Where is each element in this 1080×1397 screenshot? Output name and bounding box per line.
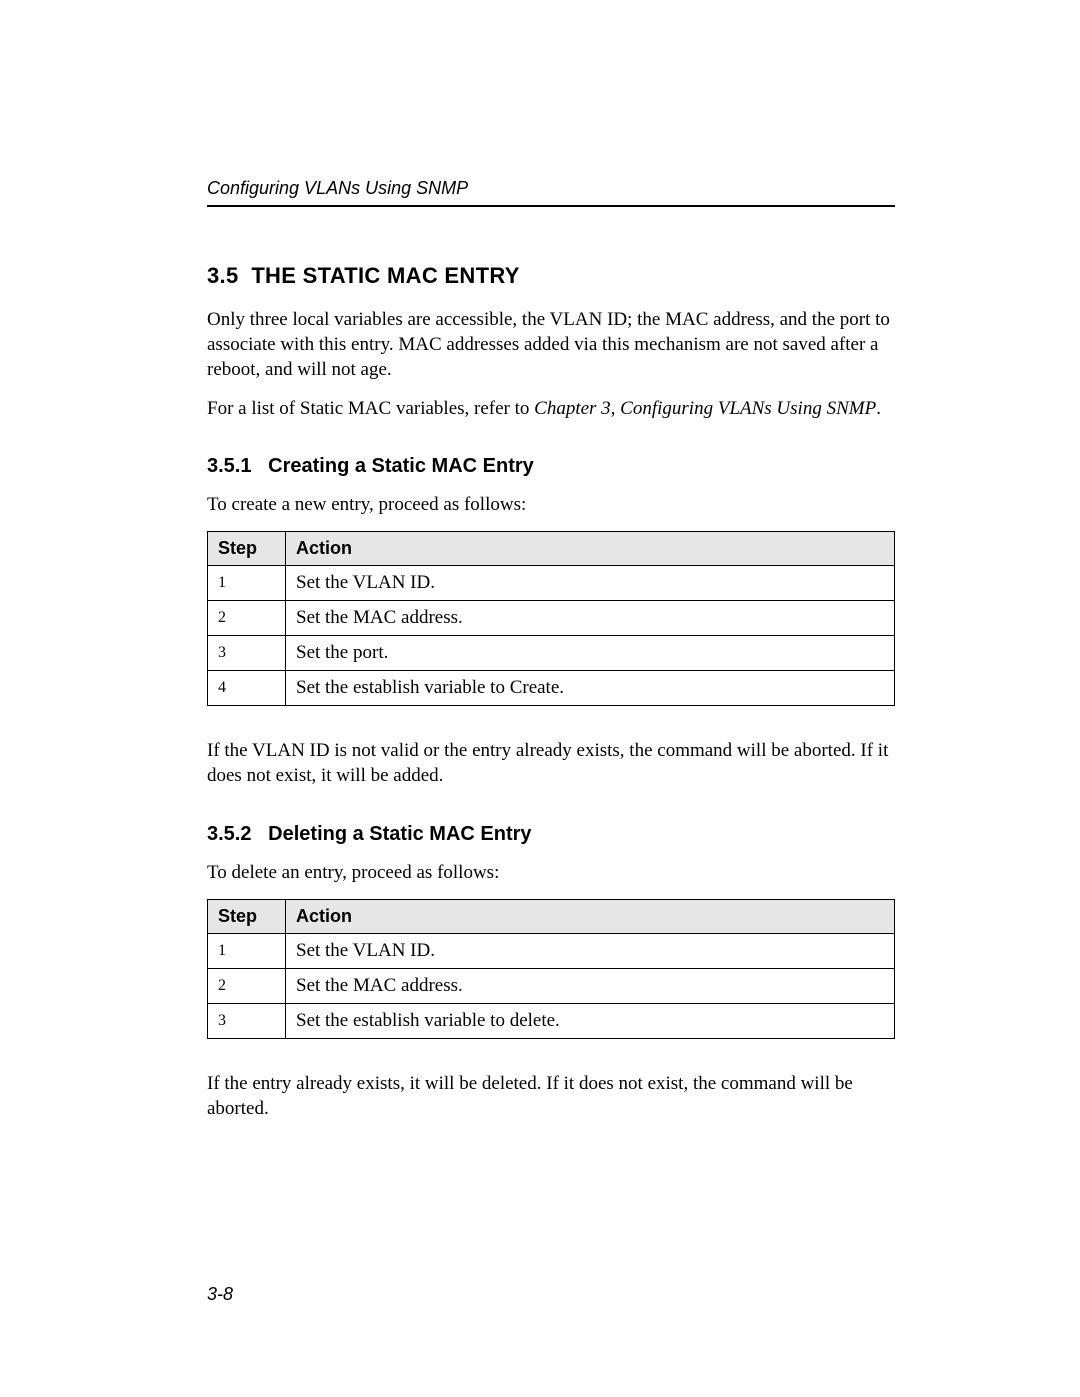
cell-step: 1 [208, 933, 286, 968]
heading-title: THE STATIC MAC ENTRY [251, 263, 519, 288]
lead-3-5-1: To create a new entry, proceed as follow… [207, 492, 895, 517]
table-row: 1 Set the VLAN ID. [208, 566, 895, 601]
table-row: 1 Set the VLAN ID. [208, 933, 895, 968]
heading-number: 3.5 [207, 263, 238, 288]
page: Configuring VLANs Using SNMP 3.5 THE STA… [0, 0, 1080, 1397]
cell-action: Set the MAC address. [286, 968, 895, 1003]
cell-step: 2 [208, 601, 286, 636]
after-3-5-2: If the entry already exists, it will be … [207, 1071, 895, 1121]
table-delete-mac: Step Action 1 Set the VLAN ID. 2 Set the… [207, 899, 895, 1039]
heading-title: Creating a Static MAC Entry [268, 455, 534, 477]
xref-post: . [876, 398, 881, 419]
cell-step: 2 [208, 968, 286, 1003]
heading-3-5-2: 3.5.2 Deleting a Static MAC Entry [207, 823, 895, 846]
para-3-5-1: Only three local variables are accessibl… [207, 307, 895, 382]
cell-action: Set the VLAN ID. [286, 566, 895, 601]
cell-step: 3 [208, 636, 286, 671]
table-row: 4 Set the establish variable to Create. [208, 671, 895, 706]
heading-number: 3.5.1 [207, 455, 251, 477]
cell-step: 3 [208, 1003, 286, 1038]
col-step: Step [208, 899, 286, 933]
xref-link: Chapter 3, Configuring VLANs Using SNMP [534, 398, 876, 419]
running-header: Configuring VLANs Using SNMP [207, 178, 895, 207]
table-row: 2 Set the MAC address. [208, 601, 895, 636]
page-number: 3-8 [207, 1284, 233, 1305]
para-3-5-2: For a list of Static MAC variables, refe… [207, 396, 895, 421]
table-header-row: Step Action [208, 899, 895, 933]
table-header-row: Step Action [208, 532, 895, 566]
heading-3-5: 3.5 THE STATIC MAC ENTRY [207, 263, 895, 289]
cell-action: Set the MAC address. [286, 601, 895, 636]
col-action: Action [286, 899, 895, 933]
xref-pre: For a list of Static MAC variables, refe… [207, 398, 534, 419]
cell-action: Set the establish variable to Create. [286, 671, 895, 706]
col-step: Step [208, 532, 286, 566]
heading-title: Deleting a Static MAC Entry [268, 823, 531, 845]
cell-action: Set the port. [286, 636, 895, 671]
heading-3-5-1: 3.5.1 Creating a Static MAC Entry [207, 455, 895, 478]
table-create-mac: Step Action 1 Set the VLAN ID. 2 Set the… [207, 531, 895, 706]
after-3-5-1: If the VLAN ID is not valid or the entry… [207, 738, 895, 788]
cell-step: 1 [208, 566, 286, 601]
table-row: 2 Set the MAC address. [208, 968, 895, 1003]
col-action: Action [286, 532, 895, 566]
lead-3-5-2: To delete an entry, proceed as follows: [207, 860, 895, 885]
cell-step: 4 [208, 671, 286, 706]
cell-action: Set the establish variable to delete. [286, 1003, 895, 1038]
heading-number: 3.5.2 [207, 823, 251, 845]
table-row: 3 Set the port. [208, 636, 895, 671]
table-row: 3 Set the establish variable to delete. [208, 1003, 895, 1038]
cell-action: Set the VLAN ID. [286, 933, 895, 968]
